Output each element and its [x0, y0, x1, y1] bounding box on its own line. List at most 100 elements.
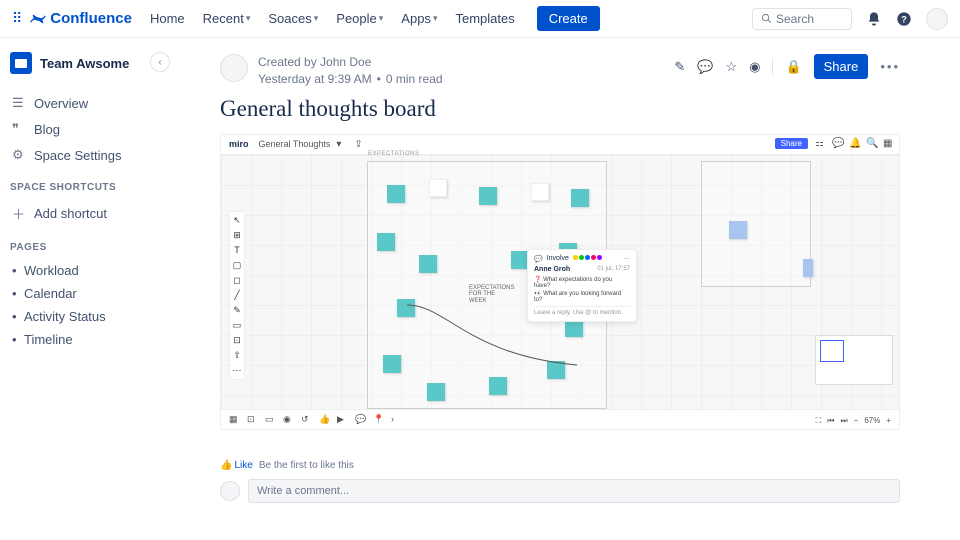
add-shortcut[interactable]: ＋Add shortcut [10, 199, 150, 228]
edit-icon[interactable]: ✎ [674, 59, 685, 75]
miro-board-name[interactable]: General Thoughts [259, 139, 331, 149]
star-icon[interactable]: ☆ [725, 59, 737, 75]
more-actions-icon[interactable]: ••• [880, 59, 900, 74]
chevron-down-icon: ▾ [433, 13, 438, 24]
comment-tag: Involve [547, 255, 569, 262]
shape-icon[interactable]: ◻ [233, 276, 242, 285]
author-avatar[interactable] [220, 54, 248, 82]
sticky-note[interactable] [547, 361, 565, 379]
text-icon[interactable]: T [233, 246, 242, 255]
sticky-icon[interactable]: ▢ [233, 261, 242, 270]
nav-fwd-icon[interactable]: ⏭ [840, 416, 847, 426]
mb-icon[interactable]: ▶ [337, 414, 347, 424]
notifications-icon[interactable] [866, 11, 882, 27]
sticky-note[interactable] [489, 377, 507, 395]
fit-icon[interactable]: ⛶ [816, 416, 822, 426]
miro-comment-icon[interactable]: 💬 [832, 138, 842, 148]
sticky-note[interactable] [377, 233, 395, 251]
miro-grid-icon[interactable]: ▦ [883, 138, 893, 148]
space-header[interactable]: Team Awsome [10, 52, 150, 74]
nav-apps[interactable]: Apps▾ [401, 11, 437, 26]
page-link[interactable]: Activity Status [10, 305, 150, 328]
miro-canvas[interactable]: ↖ ⊞ T ▢ ◻ ╱ ✎ ▭ ⊡ ⇧ ⋯ EXPECTATIONS [221, 155, 899, 409]
miro-settings-icon[interactable]: ⚏ [815, 138, 825, 148]
mb-icon[interactable]: 💬 [355, 414, 365, 424]
sticky-note[interactable] [397, 299, 415, 317]
mb-icon[interactable]: ▦ [229, 414, 239, 424]
frame-icon[interactable]: ▭ [233, 321, 242, 330]
miro-logo[interactable]: miro [229, 139, 249, 149]
sticky-note[interactable] [419, 255, 437, 273]
watch-icon[interactable]: ◉ [749, 59, 760, 75]
frame-label: EXPECTATIONS [368, 151, 419, 157]
sticky-note[interactable] [803, 259, 813, 277]
comment-reply[interactable]: Leave a reply. Use @ to mention. [534, 306, 630, 316]
template-icon[interactable]: ⊞ [233, 231, 242, 240]
nav-back-icon[interactable]: ⏮ [827, 416, 834, 426]
upload-icon[interactable]: ⇧ [233, 351, 242, 360]
nav-people[interactable]: People▾ [336, 11, 383, 26]
minimap[interactable] [815, 335, 893, 385]
export-icon[interactable]: ⇪ [354, 139, 364, 149]
sticky-note[interactable] [429, 179, 447, 197]
chevron-down-icon: ▾ [246, 13, 251, 24]
search-input[interactable]: Search [752, 8, 852, 30]
sidebar-overview[interactable]: ☰Overview [10, 90, 150, 116]
comment-popup[interactable]: 💬 Involve ⋯ Anne Groh01 jul, 17:57 ❓ Wha… [527, 249, 637, 322]
nav-spaces[interactable]: Soaces▾ [268, 11, 318, 26]
miro-dropdown-icon[interactable]: ▾ [336, 139, 346, 149]
comment-author: Anne Groh [534, 266, 570, 273]
confluence-logo[interactable]: Confluence [30, 10, 132, 27]
lock-icon[interactable]: 🔒 [785, 59, 801, 75]
comment-input[interactable]: Write a comment... [248, 479, 900, 503]
page-link[interactable]: Workload [10, 259, 150, 282]
collapse-sidebar-button[interactable]: ‹ [150, 52, 170, 72]
miro-bell-icon[interactable]: 🔔 [849, 138, 859, 148]
mb-icon[interactable]: › [391, 414, 401, 424]
sticky-note[interactable] [571, 189, 589, 207]
nav-recent[interactable]: Recent▾ [203, 11, 251, 26]
created-by: Created by John Doe [258, 54, 443, 71]
sidebar-blog[interactable]: ❞Blog [10, 116, 150, 142]
app-switcher-icon[interactable]: ⠿ [12, 10, 22, 27]
nav-home[interactable]: Home [150, 11, 185, 26]
comment-icon[interactable]: 💬 [697, 59, 713, 75]
mb-icon[interactable]: ⊡ [247, 414, 257, 424]
create-button[interactable]: Create [537, 6, 600, 31]
sticky-note[interactable] [479, 187, 497, 205]
mb-icon[interactable]: 📍 [373, 414, 383, 424]
zoom-in-icon[interactable]: + [886, 416, 891, 425]
like-button[interactable]: 👍 Like [220, 460, 253, 471]
sticky-note[interactable] [387, 185, 405, 203]
line-icon[interactable]: ╱ [233, 291, 242, 300]
sticky-note[interactable] [729, 221, 747, 239]
nav-templates[interactable]: Templates [455, 11, 514, 26]
miro-share-button[interactable]: Share [775, 138, 808, 149]
comment-tool-icon[interactable]: ⊡ [233, 336, 242, 345]
miro-frame[interactable] [701, 161, 811, 287]
page-link[interactable]: Calendar [10, 282, 150, 305]
comment-text: 👀 What are you looking forward to? [534, 290, 630, 303]
mb-icon[interactable]: ◉ [283, 414, 293, 424]
page-title: General thoughts board [220, 96, 900, 122]
page-link[interactable]: Timeline [10, 328, 150, 351]
sticky-note[interactable] [531, 183, 549, 201]
help-icon[interactable]: ? [896, 11, 912, 27]
mb-icon[interactable]: ↺ [301, 414, 311, 424]
sticky-label: EXPECTATIONS FOR THE WEEK [469, 285, 509, 305]
mb-icon[interactable]: 👍 [319, 414, 329, 424]
miro-embed[interactable]: miro General Thoughts ▾ ⇪ Share ⚏ 💬 🔔 🔍 … [220, 134, 900, 430]
comment-time: 01 jul, 17:57 [597, 266, 630, 272]
cursor-icon[interactable]: ↖ [233, 216, 242, 225]
sticky-note[interactable] [427, 383, 445, 401]
share-button[interactable]: Share [814, 54, 869, 79]
sidebar-settings[interactable]: ⚙Space Settings [10, 142, 150, 168]
user-avatar[interactable] [926, 8, 948, 30]
zoom-out-icon[interactable]: − [854, 416, 859, 425]
sticky-note[interactable] [383, 355, 401, 373]
more-tools-icon[interactable]: ⋯ [233, 366, 242, 375]
miro-search-icon[interactable]: 🔍 [866, 138, 876, 148]
mb-icon[interactable]: ▭ [265, 414, 275, 424]
space-name: Team Awsome [40, 56, 129, 71]
pen-icon[interactable]: ✎ [233, 306, 242, 315]
